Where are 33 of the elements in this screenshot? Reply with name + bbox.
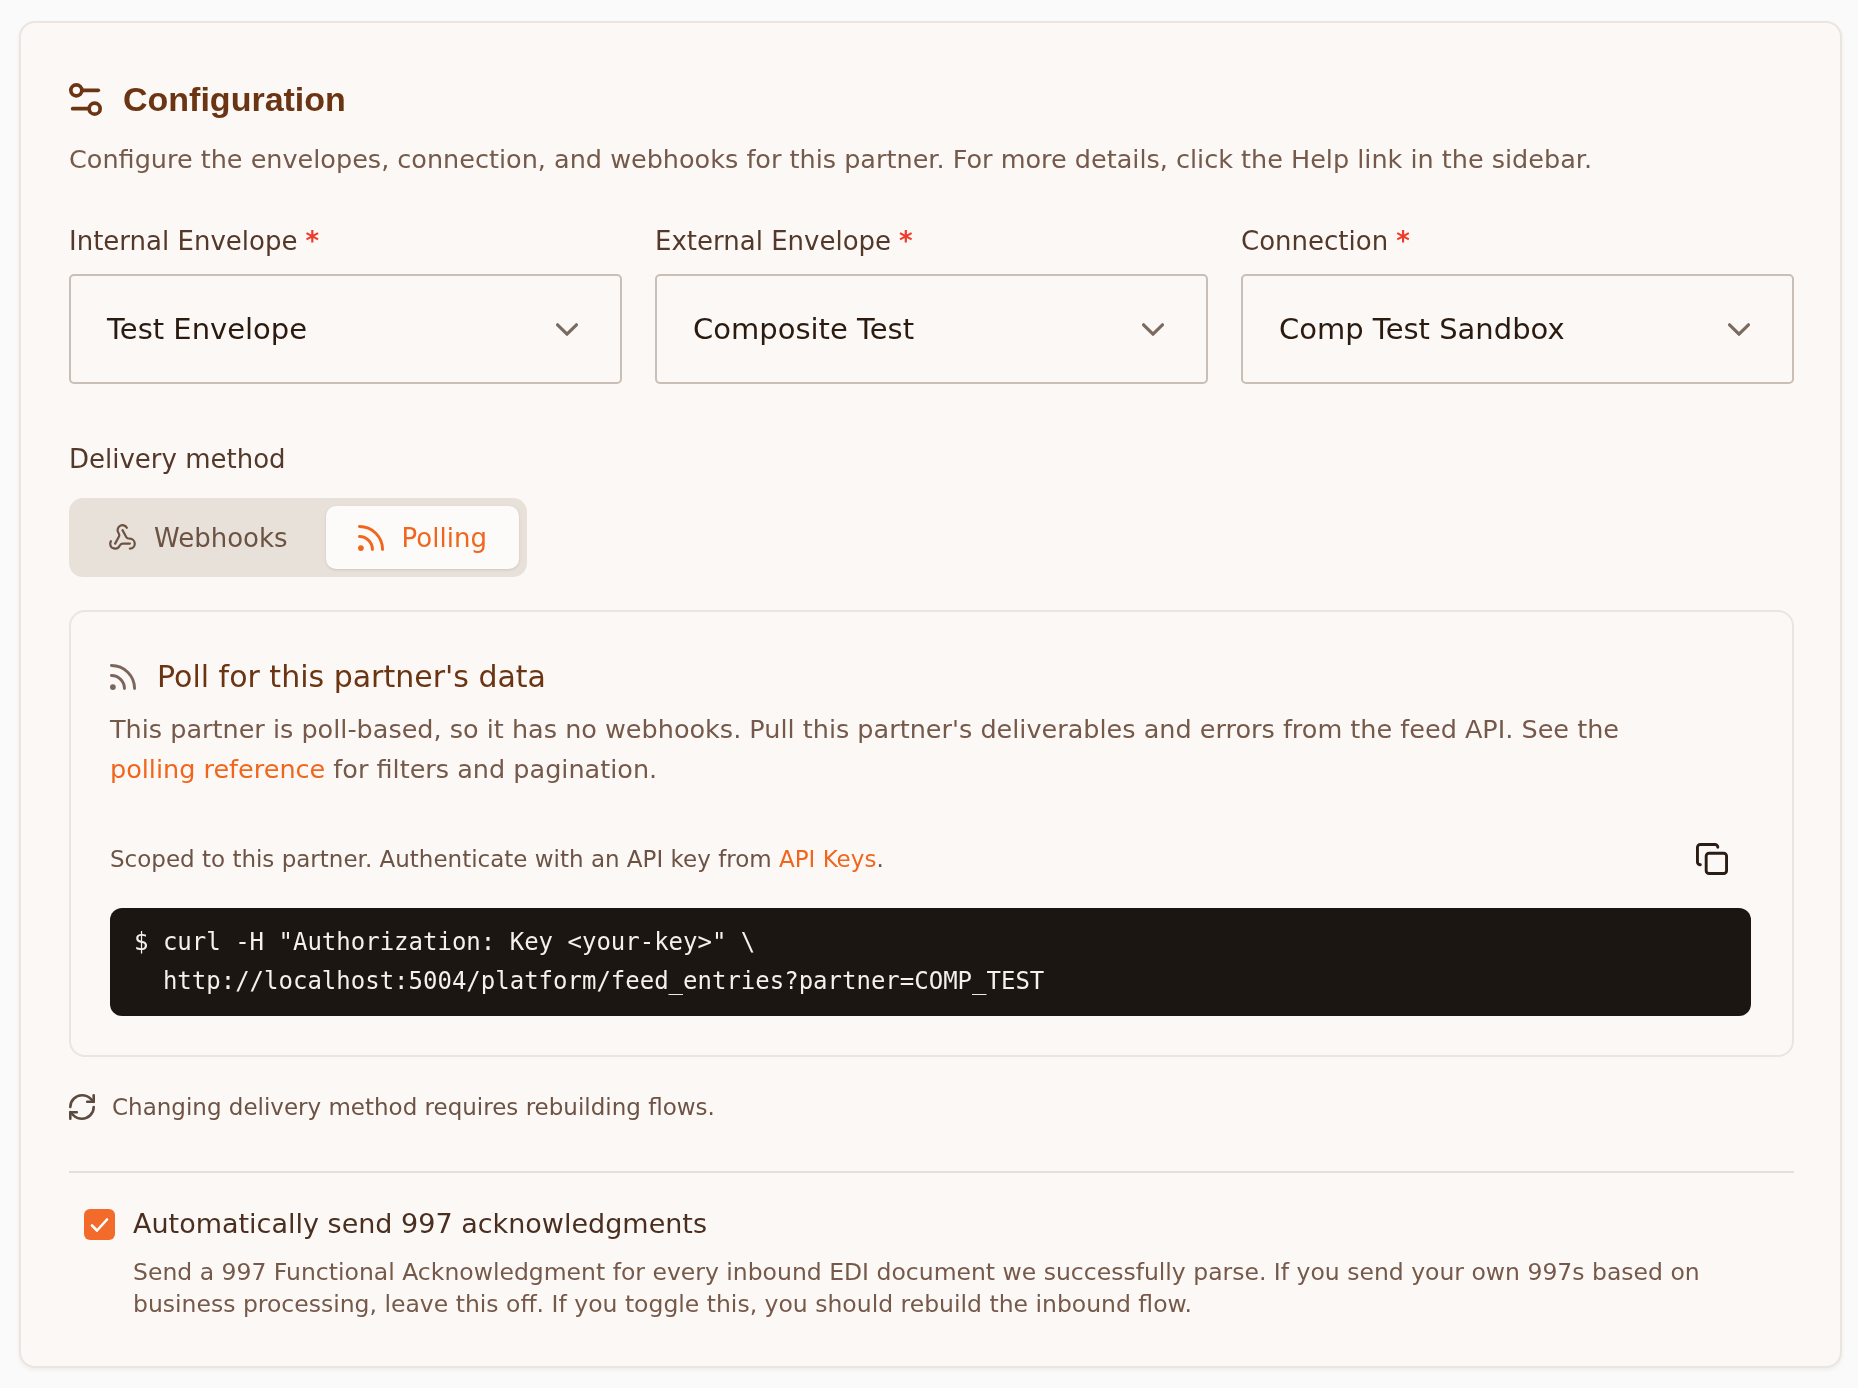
checkbox[interactable] — [84, 1208, 115, 1240]
api-keys-link[interactable]: API Keys — [779, 846, 877, 872]
checkbox-label: Automatically send 997 acknowledgments — [133, 1207, 707, 1241]
copy-icon[interactable] — [1696, 843, 1728, 875]
segment-tab[interactable]: Webhooks — [77, 506, 320, 569]
dropdown-select[interactable]: Test Envelope — [69, 274, 622, 384]
field-label: Internal Envelope — [69, 225, 298, 258]
code-block: $ curl -H "Authorization: Key <your-key>" \ http://localhost:5004/platform/feed_entries?partner=COMP_TEST — [110, 908, 1751, 1016]
chevron-down-icon — [1728, 322, 1750, 336]
required-mark: * — [305, 225, 319, 258]
dropdown-select[interactable]: Composite Test — [655, 274, 1208, 384]
chevron-down-icon — [556, 322, 578, 336]
section-title: Configuration — [123, 79, 346, 120]
panel-title: Poll for this partner's data — [157, 658, 546, 696]
field-label: Connection — [1241, 225, 1389, 258]
panel-description: This partner is poll-based, so it has no webhooks. Pull this partner's deliverables and errors from the feed API. See the polling reference for filters and pagination. — [110, 713, 1620, 786]
sliders-icon — [69, 82, 102, 116]
rss-icon — [110, 664, 136, 690]
refresh-icon — [69, 1094, 95, 1120]
field-label: External Envelope — [655, 225, 892, 258]
required-mark: * — [1396, 225, 1410, 258]
polling-reference-link[interactable]: polling reference — [110, 754, 326, 784]
segment-tab[interactable]: Polling — [325, 506, 519, 569]
notice-text: Changing delivery method requires rebuilding flows. — [112, 1093, 715, 1122]
checkbox-description: Send a 997 Functional Acknowledgment for every inbound EDI document we successfully parse. If you send your own 997s based on business processing, leave this off. If you toggle this, you should rebuild the inbound flow. — [132, 1257, 1701, 1320]
chevron-down-icon — [1142, 322, 1164, 336]
required-mark: * — [899, 225, 913, 258]
auth-note: Scoped to this partner. Authenticate with an API key from API Keys. — [110, 845, 884, 874]
section-description: Configure the envelopes, connection, and webhooks for this partner. For more details, click the Help link in the sidebar. — [69, 143, 1594, 176]
rss-icon — [357, 524, 384, 551]
webhook-icon — [109, 524, 136, 551]
dropdown-select[interactable]: Comp Test Sandbox — [1241, 274, 1794, 384]
field-label: Delivery method — [69, 443, 286, 476]
